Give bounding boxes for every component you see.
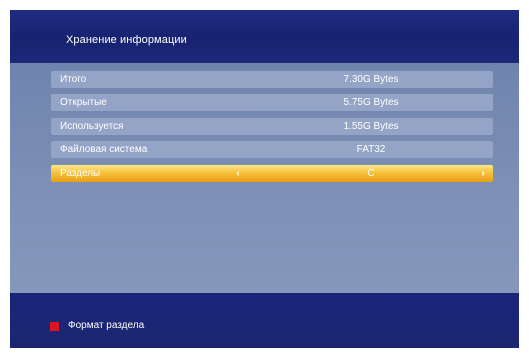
row-label-partitions: Разделы [60, 168, 101, 179]
row-label-used: Используется [60, 121, 124, 132]
info-row-free: Открытые 5.75G Bytes [51, 94, 493, 111]
info-row-total: Итого 7.30G Bytes [51, 71, 493, 88]
footer-bar: Формат раздела [10, 293, 519, 348]
tv-menu-screen: Хранение информации Итого 7.30G Bytes От… [10, 10, 519, 348]
info-row-file-system: Файловая система FAT32 [51, 141, 493, 158]
page-title: Хранение информации [66, 34, 187, 46]
row-value-file-system: FAT32 [356, 144, 386, 155]
chevron-left-icon[interactable]: ‹ [233, 165, 243, 182]
format-partition-label: Формат раздела [68, 320, 145, 331]
chevron-right-icon[interactable]: › [478, 165, 488, 182]
partition-value: C [367, 168, 375, 179]
red-square-icon [50, 322, 59, 331]
header-bar: Хранение информации [10, 10, 519, 63]
row-label-file-system: Файловая система [60, 144, 148, 155]
row-value-total: 7.30G Bytes [343, 74, 399, 85]
info-row-used: Используется 1.55G Bytes [51, 118, 493, 135]
partition-selector-row[interactable]: Разделы ‹ C › [51, 165, 493, 182]
row-value-free: 5.75G Bytes [343, 97, 399, 108]
row-label-free: Открытые [60, 97, 107, 108]
storage-info-panel: Итого 7.30G Bytes Открытые 5.75G Bytes И… [10, 63, 519, 293]
row-value-used: 1.55G Bytes [343, 121, 399, 132]
row-label-total: Итого [60, 74, 87, 85]
